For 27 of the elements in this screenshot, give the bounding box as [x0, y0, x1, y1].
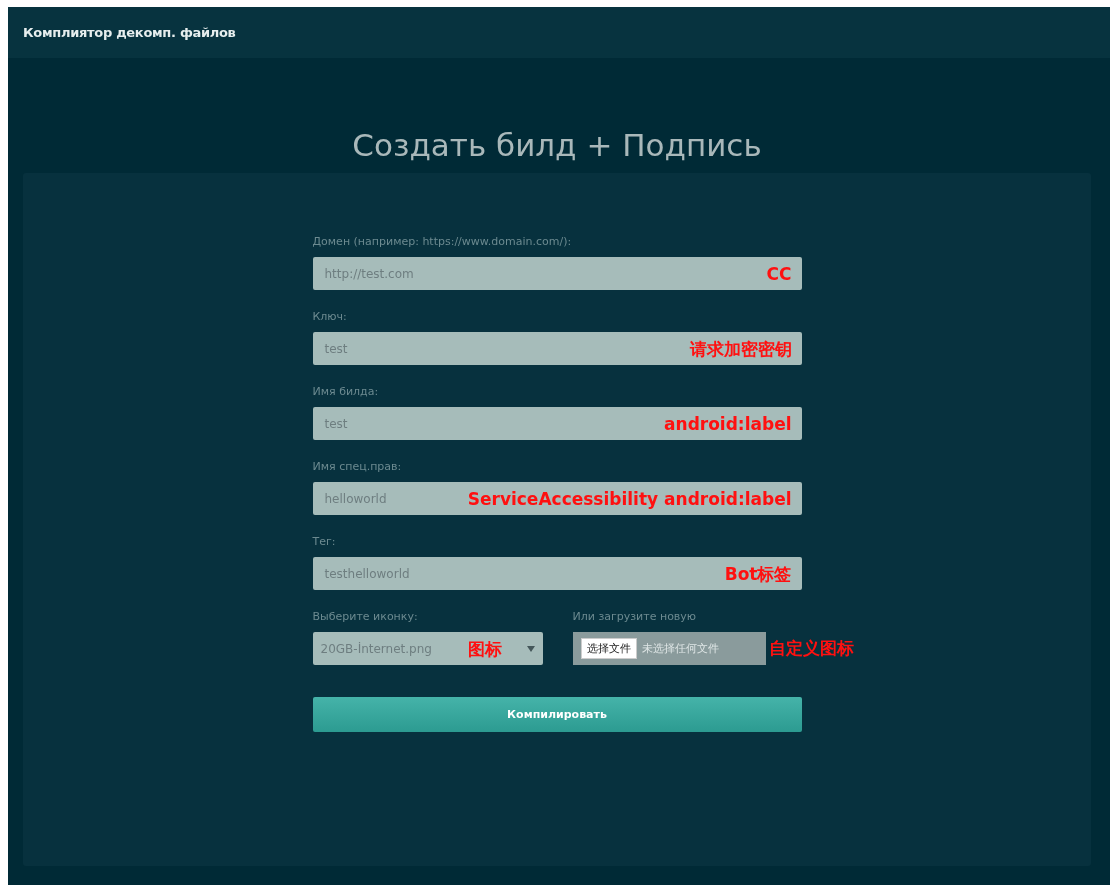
choose-file-button[interactable]: 选择文件: [580, 638, 637, 659]
annotation-text: 请求加密密钥: [689, 337, 792, 360]
field-label: Домен (например: https://www.domain.com/):: [312, 235, 573, 248]
field-label: Выберите иконку:: [312, 610, 419, 623]
page-heading: Создать билд + Подпись: [351, 127, 763, 163]
annotation-text: 图标: [467, 637, 502, 660]
field-label: Или загрузите новую: [572, 610, 698, 623]
annotation-text: ServiceAccessibility android:label: [467, 488, 792, 509]
input-field[interactable]: http://test.com CC: [312, 257, 802, 290]
field-label: Тег:: [312, 535, 337, 548]
field-label: Имя спец.прав:: [312, 460, 403, 473]
annotation-text: CC: [766, 263, 792, 284]
app-title[interactable]: Комплиятор декомп. файлов: [23, 25, 236, 40]
icon-dropdown[interactable]: 20GB-İnternet.png 图标: [312, 632, 543, 665]
field-label: Имя билда:: [312, 385, 380, 398]
file-status: 未选择任何文件: [641, 641, 719, 656]
input-field[interactable]: test 请求加密密钥: [312, 332, 802, 365]
caret-icon: [526, 646, 535, 652]
input-field[interactable]: helloworld ServiceAccessibility android:label: [312, 482, 802, 515]
input-field[interactable]: testhelloworld Bot标签: [312, 557, 802, 590]
field-label: Ключ:: [312, 310, 348, 323]
file-input[interactable]: 选择文件 未选择任何文件: [572, 632, 766, 665]
annotation-text: android:label: [664, 413, 792, 434]
input-field[interactable]: test android:label: [312, 407, 802, 440]
annotation-text: 自定义图标: [768, 637, 854, 660]
compile-button[interactable]: Компилировать: [312, 697, 802, 732]
annotation-text: Bot标签: [724, 562, 792, 585]
